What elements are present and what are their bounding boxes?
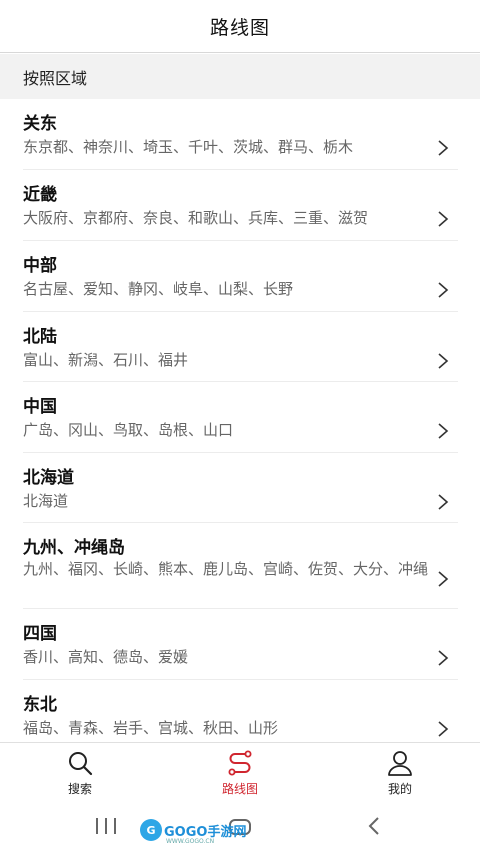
region-list: 关东 东京都、神奈川、埼玉、千叶、茨城、群马、栃木 近畿 大阪府、京都府、奈良、… bbox=[0, 99, 480, 742]
region-name: 中国 bbox=[23, 397, 57, 417]
region-item-chubu[interactable]: 中部 名古屋、爱知、静冈、岐阜、山梨、长野 bbox=[23, 241, 458, 312]
watermark-badge: G bbox=[140, 819, 162, 841]
chevron-right-icon bbox=[436, 493, 450, 511]
chevron-right-icon bbox=[436, 649, 450, 667]
tab-profile[interactable]: 我的 bbox=[355, 743, 445, 801]
tab-label: 我的 bbox=[387, 782, 412, 796]
region-prefectures: 福岛、青森、岩手、宫城、秋田、山形 bbox=[23, 719, 279, 737]
region-item-hokkaido[interactable]: 北海道 北海道 bbox=[23, 453, 458, 523]
region-item-kanto[interactable]: 关东 东京都、神奈川、埼玉、千叶、茨城、群马、栃木 bbox=[23, 99, 458, 170]
region-item-kinki[interactable]: 近畿 大阪府、京都府、奈良、和歌山、兵库、三重、滋贺 bbox=[23, 170, 458, 241]
user-icon bbox=[386, 749, 414, 777]
section-label: 按照区域 bbox=[23, 68, 88, 88]
app-header: 路线图 bbox=[0, 0, 480, 53]
page-title: 路线图 bbox=[209, 16, 270, 39]
section-header: 按照区域 bbox=[0, 54, 480, 99]
region-name: 关东 bbox=[23, 114, 57, 134]
region-prefectures: 九州、福冈、长崎、熊本、鹿儿岛、宫崎、佐贺、大分、冲绳 bbox=[23, 560, 429, 578]
tab-label: 路线图 bbox=[221, 782, 258, 796]
region-prefectures: 北海道 bbox=[23, 492, 69, 510]
region-name: 近畿 bbox=[23, 185, 57, 205]
chevron-right-icon bbox=[436, 570, 450, 588]
chevron-right-icon bbox=[436, 352, 450, 370]
back-icon[interactable] bbox=[366, 816, 382, 840]
chevron-right-icon bbox=[436, 720, 450, 738]
tab-route-map[interactable]: 路线图 bbox=[195, 743, 285, 801]
region-name: 北陆 bbox=[23, 327, 57, 347]
region-name: 九州、冲绳岛 bbox=[23, 538, 125, 558]
chevron-right-icon bbox=[436, 281, 450, 299]
watermark-subtext: WWW.GOGO.CN bbox=[166, 838, 215, 845]
region-prefectures: 名古屋、爱知、静冈、岐阜、山梨、长野 bbox=[23, 280, 294, 298]
region-item-kyushu-okinawa[interactable]: 九州、冲绳岛 九州、福冈、长崎、熊本、鹿儿岛、宫崎、佐贺、大分、冲绳 bbox=[23, 523, 458, 609]
bottom-tab-bar: 搜索 路线图 我的 bbox=[0, 742, 480, 800]
region-name: 四国 bbox=[23, 624, 57, 644]
region-prefectures: 香川、高知、德岛、爱媛 bbox=[23, 648, 189, 666]
region-prefectures: 东京都、神奈川、埼玉、千叶、茨城、群马、栃木 bbox=[23, 138, 354, 156]
watermark-text: GOGO手游网 bbox=[164, 824, 247, 840]
recent-apps-icon[interactable] bbox=[94, 816, 118, 840]
route-icon bbox=[226, 749, 254, 777]
search-icon bbox=[66, 749, 94, 777]
region-prefectures: 富山、新潟、石川、福井 bbox=[23, 351, 189, 369]
region-item-chugoku[interactable]: 中国 广岛、冈山、鸟取、岛根、山口 bbox=[23, 382, 458, 453]
tab-label: 搜索 bbox=[67, 782, 92, 796]
region-item-tohoku[interactable]: 东北 福岛、青森、岩手、宫城、秋田、山形 bbox=[23, 680, 458, 742]
region-name: 中部 bbox=[23, 256, 57, 276]
chevron-right-icon bbox=[436, 422, 450, 440]
region-item-hokuriku[interactable]: 北陆 富山、新潟、石川、福井 bbox=[23, 312, 458, 382]
region-name: 东北 bbox=[23, 695, 57, 715]
region-prefectures: 广岛、冈山、鸟取、岛根、山口 bbox=[23, 421, 234, 439]
region-prefectures: 大阪府、京都府、奈良、和歌山、兵库、三重、滋贺 bbox=[23, 209, 369, 227]
tab-search[interactable]: 搜索 bbox=[35, 743, 125, 801]
chevron-right-icon bbox=[436, 210, 450, 228]
region-item-shikoku[interactable]: 四国 香川、高知、德岛、爱媛 bbox=[23, 609, 458, 680]
region-name: 北海道 bbox=[23, 468, 74, 488]
chevron-right-icon bbox=[436, 139, 450, 157]
